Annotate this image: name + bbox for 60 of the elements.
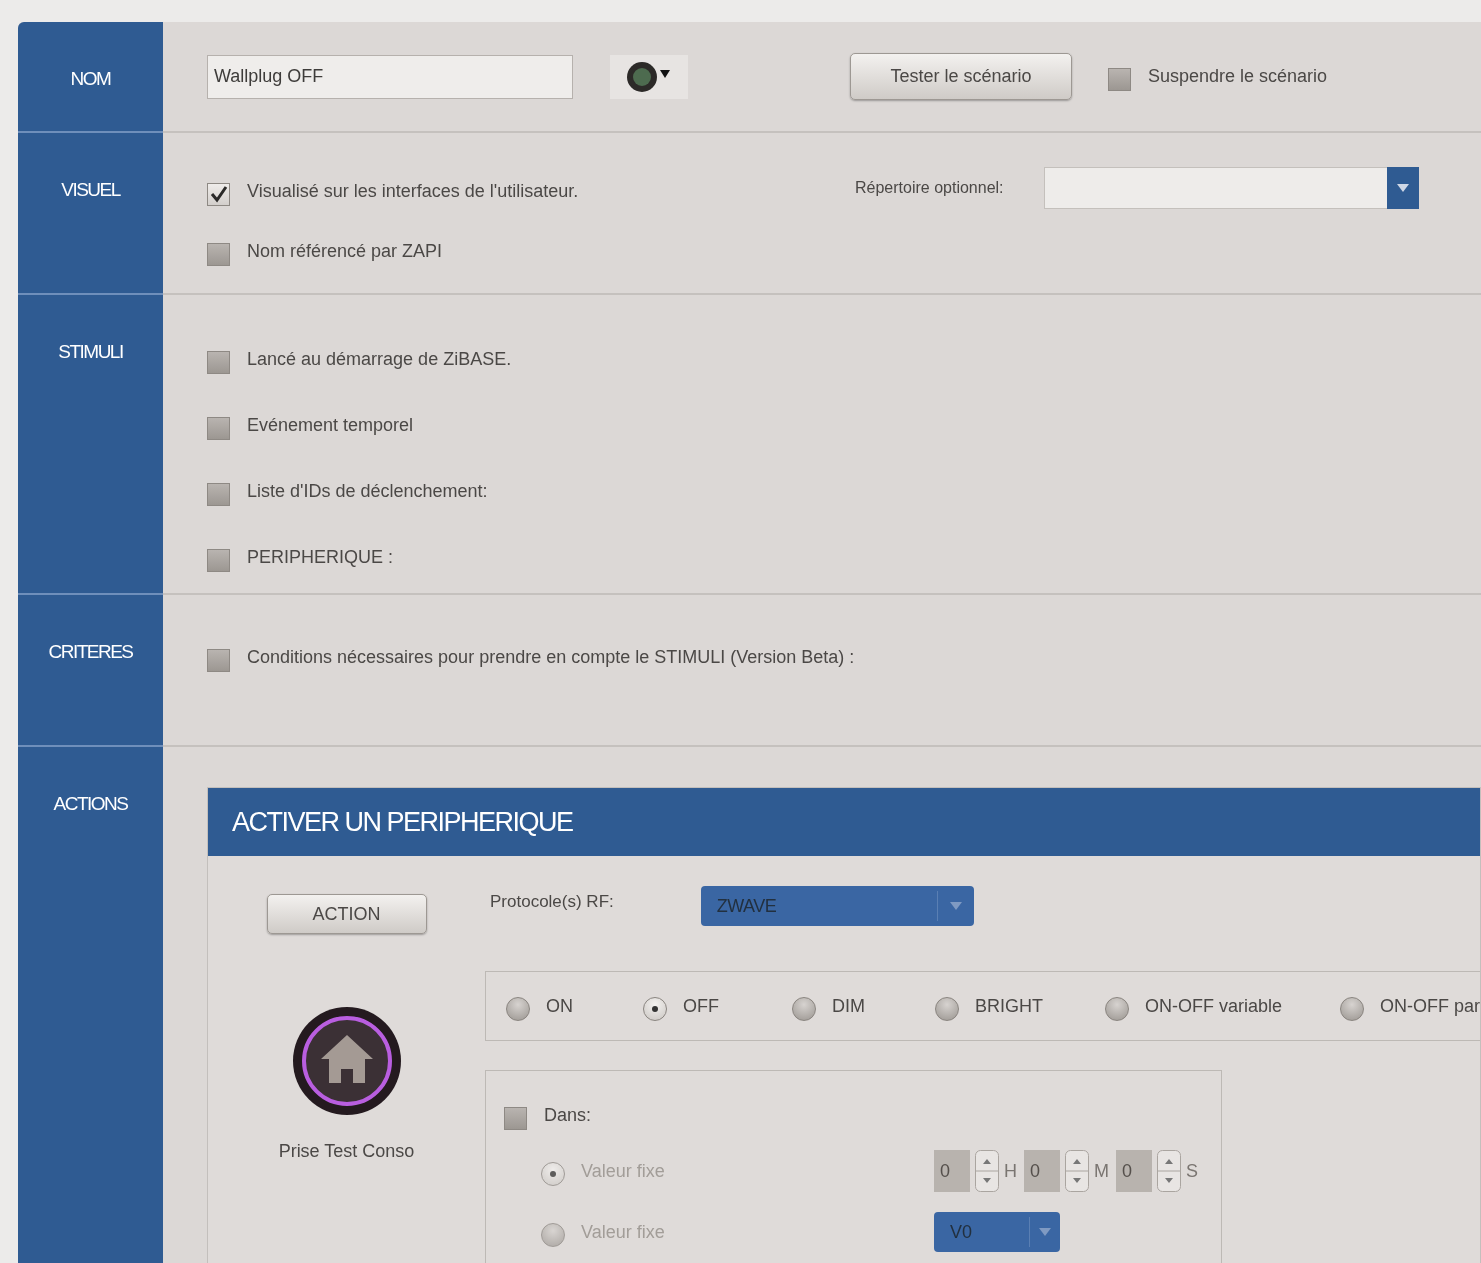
checkbox-label: Evénement temporel — [247, 415, 414, 436]
radio-button[interactable] — [506, 997, 530, 1021]
checkbox[interactable] — [207, 351, 230, 374]
dropdown-arrow-icon — [1039, 1228, 1051, 1236]
radio-label: ON-OFF variable — [1145, 995, 1283, 1017]
radio-button[interactable] — [792, 997, 816, 1021]
home-icon — [292, 1007, 401, 1115]
sidebar-tab[interactable]: VISUEL — [18, 133, 163, 295]
checkbox-label: Suspendre le scénario — [1148, 66, 1328, 87]
radio-label: DIM — [832, 995, 865, 1017]
checkbox-label: Liste d'IDs de déclenchement: — [247, 481, 488, 502]
time-unit: M — [1094, 1160, 1109, 1182]
checkbox-label: PERIPHERIQUE : — [247, 547, 394, 568]
number-field[interactable]: 0 — [1116, 1150, 1152, 1192]
checkbox-label: Lancé au démarrage de ZiBASE. — [247, 349, 512, 370]
radio-button[interactable] — [1105, 997, 1129, 1021]
radio-label: ON-OFF par — [1380, 995, 1481, 1017]
checkbox[interactable] — [207, 182, 230, 206]
number-field[interactable]: 0 — [1024, 1150, 1060, 1192]
directory-label: Répertoire optionnel: — [855, 179, 1004, 197]
radio-label: ON — [546, 995, 573, 1017]
test-scenario-button[interactable]: Tester le scénario — [850, 53, 1072, 100]
stepper-icon[interactable] — [1157, 1150, 1181, 1192]
checkbox-label: Conditions nécessaires pour prendre en compte le STIMULI (Version Beta) : — [247, 647, 855, 668]
checkbox[interactable] — [207, 417, 230, 440]
sidebar-tab[interactable]: NOM — [18, 22, 163, 133]
checkbox[interactable] — [504, 1107, 527, 1130]
dropdown-arrow-icon — [1396, 184, 1409, 192]
radio-label: Valeur fixe — [581, 1160, 665, 1182]
dropdown-arrow-icon — [949, 902, 962, 910]
device-name: Prise Test Conso — [278, 1141, 415, 1162]
checkbox[interactable] — [1108, 68, 1131, 91]
checkbox[interactable] — [207, 483, 230, 506]
stepper-icon[interactable] — [975, 1150, 999, 1192]
checkbox[interactable] — [207, 243, 230, 266]
radio-label: OFF — [683, 995, 719, 1017]
sidebar-tab[interactable]: ACTIONS — [18, 747, 163, 1263]
checkbox[interactable] — [207, 649, 230, 672]
radio-label: BRIGHT — [975, 995, 1043, 1017]
checkbox-label: Dans: — [544, 1105, 592, 1126]
icon-dropdown-icon — [626, 60, 672, 93]
sidebar-tab[interactable]: STIMULI — [18, 295, 163, 595]
sidebar-tab[interactable]: CRITERES — [18, 595, 163, 747]
stepper-icon[interactable] — [1065, 1150, 1089, 1192]
icon-picker[interactable] — [610, 54, 688, 99]
checkbox-label: Nom référencé par ZAPI — [247, 241, 443, 262]
radio-button[interactable] — [643, 997, 667, 1021]
number-field[interactable]: 0 — [934, 1150, 970, 1192]
protocol-label: Protocole(s) RF: — [490, 892, 614, 912]
directory-dropdown[interactable] — [1043, 167, 1418, 209]
radio-button[interactable] — [1340, 997, 1365, 1021]
checkbox-label: Visualisé sur les interfaces de l'utilisateur. — [247, 180, 579, 202]
radio-label: Valeur fixe — [581, 1221, 665, 1243]
time-unit: H — [1004, 1160, 1017, 1182]
radio-button[interactable] — [935, 997, 959, 1021]
checkbox[interactable] — [207, 549, 230, 572]
panel-title: ACTIVER UN PERIPHERIQUE — [232, 806, 573, 838]
name-field[interactable]: Wallplug OFF — [207, 54, 573, 99]
action-button[interactable]: ACTION — [266, 894, 427, 934]
time-unit: S — [1186, 1160, 1198, 1182]
